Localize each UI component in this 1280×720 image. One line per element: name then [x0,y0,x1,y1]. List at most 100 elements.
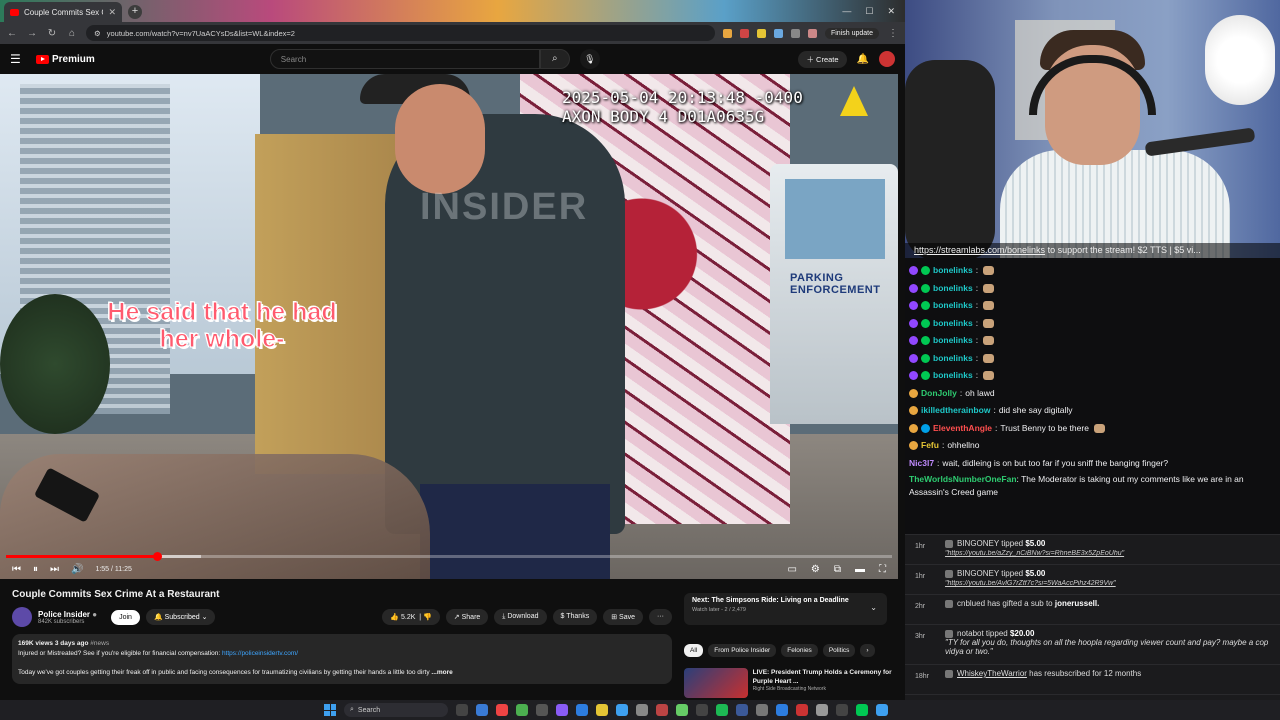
search-input[interactable]: Search [269,49,540,69]
chat-username[interactable]: TheWorldsNumberOneFan [909,474,1017,484]
puzzle-icon[interactable] [790,28,800,38]
channel-name[interactable]: Police Insider ● [38,610,97,619]
forward-icon[interactable]: → [26,28,38,39]
app-icon[interactable] [816,704,828,716]
miniplayer-icon[interactable]: ⧉ [834,564,841,575]
next-icon[interactable]: ⏭ [50,564,59,575]
bell-icon[interactable]: 🔔 [857,54,869,65]
chat-username[interactable]: bonelinks [933,262,973,280]
chevron-right-icon[interactable]: › [860,644,875,657]
extension-icon[interactable] [773,28,783,38]
new-tab-button[interactable]: + [128,5,142,19]
app-icon[interactable] [616,704,628,716]
show-more-link[interactable]: ...more [431,669,452,676]
maximize-icon[interactable]: ☐ [865,6,873,17]
fullscreen-icon[interactable]: ⛶ [879,564,886,575]
previous-icon[interactable]: ⏮ [12,564,21,575]
extension-icon[interactable] [756,28,766,38]
menu-icon[interactable]: ☰ [10,52,26,66]
extension-icon[interactable] [722,28,732,38]
reload-icon[interactable]: ↻ [46,28,58,39]
alert-message[interactable]: "https://youtu.be/aZzy_nCiBNw?si=RhneBE3… [945,550,1275,557]
app-icon[interactable] [576,704,588,716]
chat-username[interactable]: bonelinks [933,315,973,333]
captions-icon[interactable]: ▭ [787,564,796,575]
app-icon[interactable] [696,704,708,716]
extension-icon[interactable] [739,28,749,38]
chat-username[interactable]: DonJolly [921,385,957,403]
app-icon[interactable] [756,704,768,716]
subscribed-button[interactable]: 🔔 Subscribed ⌄ [145,609,216,625]
close-window-icon[interactable]: ✕ [887,6,895,17]
app-icon[interactable] [836,704,848,716]
like-dislike-button[interactable]: 👍 5.2K | 👎 [382,609,440,625]
progress-scrubber[interactable] [152,552,162,561]
finish-update-button[interactable]: Finish update [824,27,879,39]
download-button[interactable]: ⤓ Download [494,609,547,625]
description-link[interactable]: https://policeinsidertv.com/ [222,650,298,657]
video-thumbnail[interactable] [684,668,748,698]
theater-mode-icon[interactable]: ▬ [855,564,865,575]
tab-close-icon[interactable]: ✕ [108,7,116,18]
description-box[interactable]: 169K views 3 days ago #news Injured or M… [12,634,672,684]
playlist-next-panel[interactable]: Next: The Simpsons Ride: Living on a Dea… [684,593,887,625]
more-actions-button[interactable]: ··· [649,609,672,625]
site-info-icon[interactable]: ⚙ [94,29,101,38]
chip-politics[interactable]: Politics [822,644,856,657]
video-progress-bar[interactable] [6,552,892,561]
chrome-icon[interactable] [496,704,508,716]
url-field[interactable]: ⚙ youtube.com/watch?v=nv7UaACYsDs&list=W… [86,25,715,41]
app-icon[interactable] [776,704,788,716]
voice-search-button[interactable]: 🎙 [579,49,600,69]
app-icon[interactable] [676,704,688,716]
create-button[interactable]: ＋ Create [798,50,847,68]
spotify-icon[interactable] [716,704,728,716]
browser-menu-icon[interactable]: ⋮ [887,28,899,39]
chip-all[interactable]: All [684,644,704,657]
app-icon[interactable] [736,704,748,716]
back-icon[interactable]: ← [6,28,18,39]
app-icon[interactable] [856,704,868,716]
chip-from-channel[interactable]: From Police Insider [708,644,777,657]
chat-username[interactable]: bonelinks [933,350,973,368]
task-view-icon[interactable] [456,704,468,716]
edge-icon[interactable] [476,704,488,716]
pause-icon[interactable]: ⏸ [33,564,38,575]
app-icon[interactable] [536,704,548,716]
channel-avatar[interactable] [12,607,32,627]
app-icon[interactable] [796,704,808,716]
settings-gear-icon[interactable]: ⚙ [811,564,820,575]
youtube-logo[interactable]: Premium [36,54,95,65]
chat-username[interactable]: bonelinks [933,297,973,315]
profile-icon[interactable] [807,28,817,38]
steam-icon[interactable] [636,704,648,716]
app-icon[interactable] [876,704,888,716]
file-explorer-icon[interactable] [596,704,608,716]
home-icon[interactable]: ⌂ [66,28,78,39]
recommended-video[interactable]: LIVE: President Trump Holds a Ceremony f… [684,668,894,698]
chip-felonies[interactable]: Felonies [781,644,818,657]
windows-start-icon[interactable] [324,704,336,716]
app-icon[interactable] [556,704,568,716]
alert-message[interactable]: "https://youtu.be/AvlG7rZtf7c?si=5WaAccP… [945,580,1275,587]
join-button[interactable]: Join [111,609,140,625]
chat-username[interactable]: Fefu [921,437,939,455]
app-icon[interactable] [516,704,528,716]
tab-youtube[interactable]: Couple Commits Sex Crime ✕ [4,2,122,22]
avatar[interactable] [879,51,895,67]
hashtag[interactable]: #news [90,640,109,647]
chat-username[interactable]: Nic3l7 [909,455,934,473]
app-icon[interactable] [656,704,668,716]
chat-username[interactable]: EleventhAngle [933,420,992,438]
thanks-button[interactable]: $ Thanks [552,609,598,625]
minimize-icon[interactable]: — [842,6,851,17]
chevron-down-icon[interactable]: ⌄ [870,603,877,612]
chat-username[interactable]: bonelinks [933,280,973,298]
share-button[interactable]: ↗ Share [445,609,489,625]
chat-username[interactable]: bonelinks [933,367,973,385]
search-button[interactable]: ⌕ [539,49,570,69]
taskbar-search[interactable]: ⌕ Search [344,703,448,717]
video-player[interactable]: PARKING ENFORCEMENT INSIDER 2025-05-04 2… [0,74,898,579]
save-button[interactable]: ⊞ Save [603,609,643,625]
chat-username[interactable]: ikilledtherainbow [921,402,990,420]
